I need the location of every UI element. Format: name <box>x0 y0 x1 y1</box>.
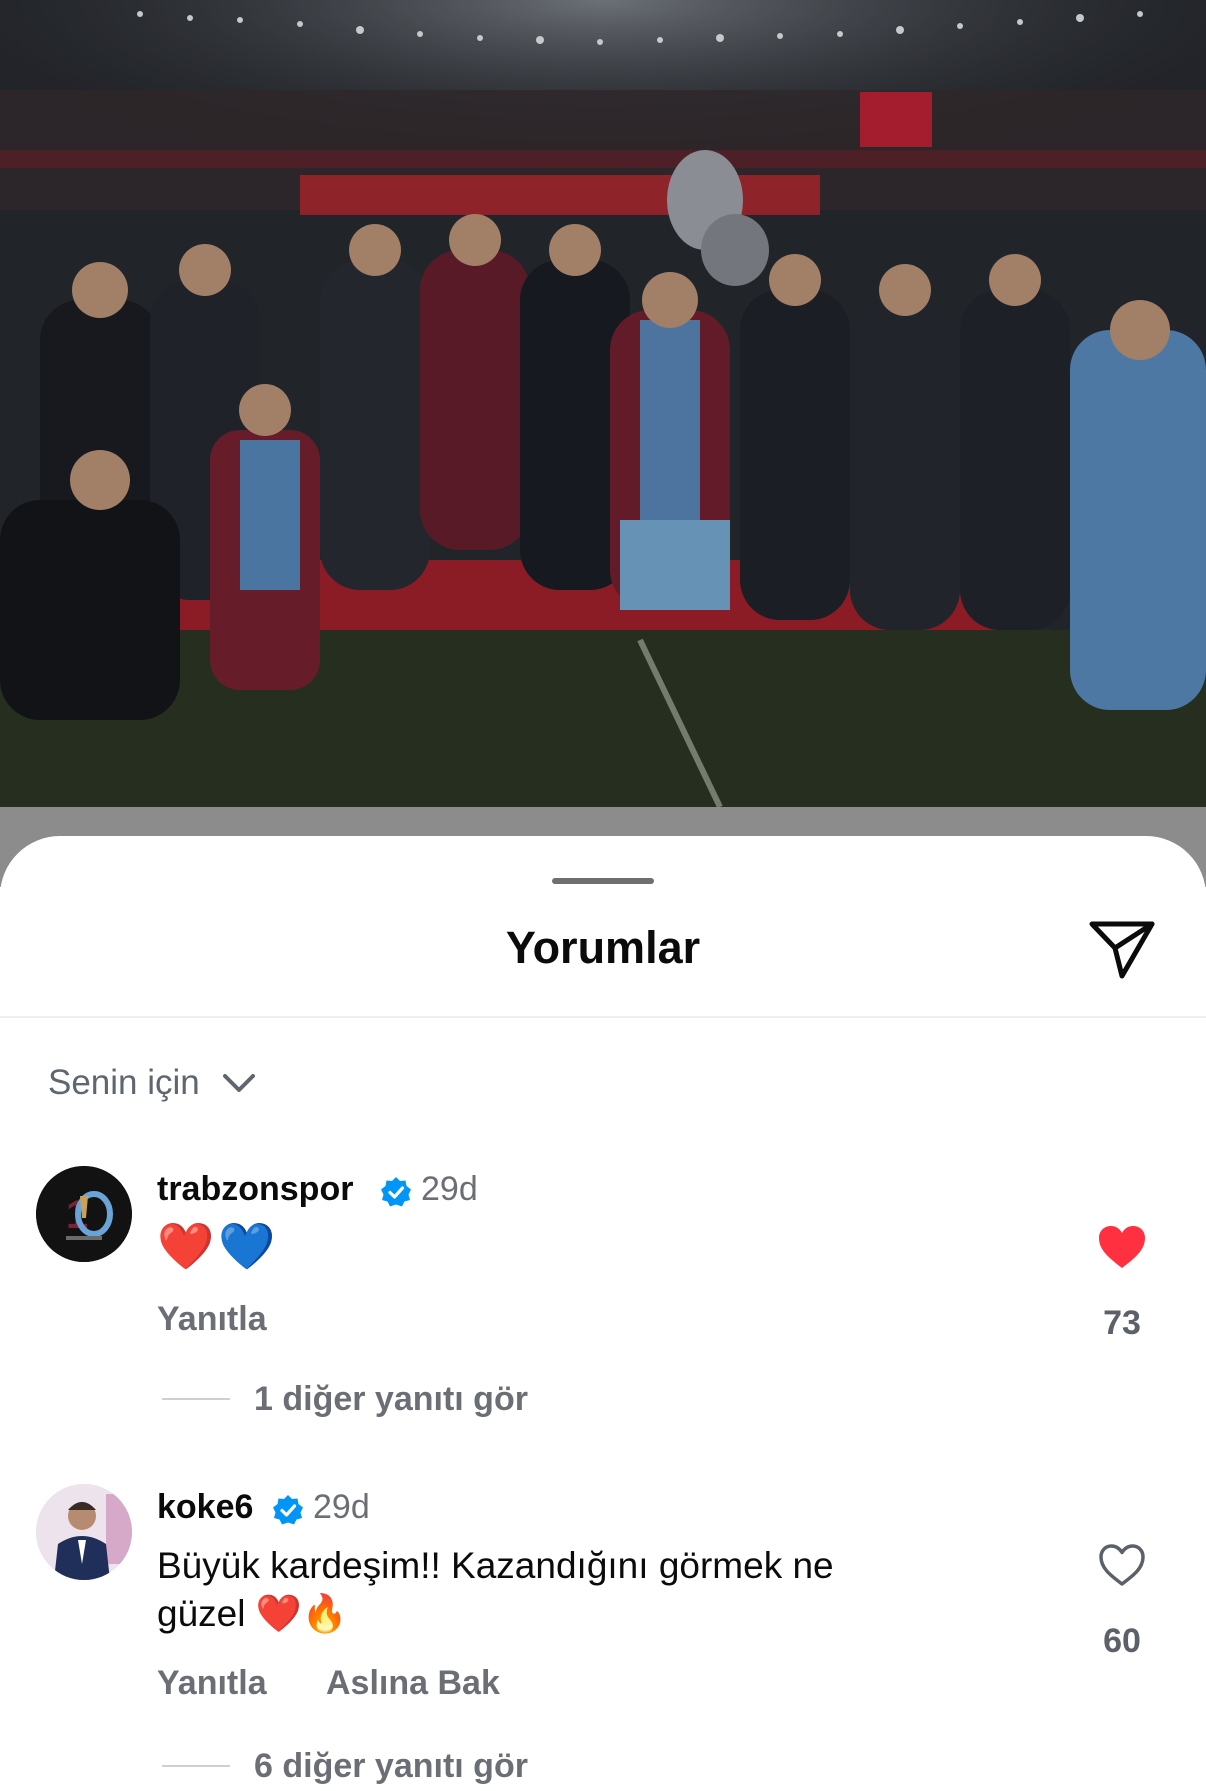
avatar-koke6[interactable] <box>36 1484 132 1580</box>
post-photo[interactable] <box>0 0 1206 807</box>
comment-username[interactable]: koke6 <box>157 1488 253 1527</box>
comment-text-line-2: güzel ❤️🔥 <box>157 1593 348 1634</box>
reply-button[interactable]: Yanıtla <box>157 1664 267 1703</box>
like-count: 73 <box>1103 1304 1141 1342</box>
comment-time: 29d <box>421 1170 478 1208</box>
comment-username[interactable]: trabzonspor <box>157 1170 353 1209</box>
see-translation-button[interactable]: Aslına Bak <box>326 1664 500 1703</box>
comment-text-line-1: Büyük kardeşim!! Kazandığını görmek ne <box>157 1545 834 1586</box>
heart-outline-icon[interactable] <box>1097 1542 1147 1588</box>
sheet-grabber[interactable] <box>552 878 654 884</box>
share-button[interactable] <box>1086 916 1158 982</box>
comment-text: ❤️💙 <box>157 1220 280 1272</box>
like-count: 60 <box>1103 1622 1141 1660</box>
comment-time: 29d <box>313 1488 370 1526</box>
chevron-down-icon <box>222 1074 255 1092</box>
trabzonspor-logo-icon: 1 <box>36 1166 132 1262</box>
header-divider <box>0 1016 1206 1018</box>
koke6-avatar-photo <box>36 1484 132 1580</box>
avatar-trabzonspor[interactable]: 1 <box>36 1166 132 1262</box>
sort-dropdown[interactable]: Senin için <box>48 1058 256 1108</box>
sort-label: Senin için <box>48 1063 200 1102</box>
view-more-replies[interactable]: 1 diğer yanıtı gör <box>254 1380 528 1419</box>
replies-line <box>162 1765 230 1767</box>
replies-line <box>162 1398 230 1400</box>
reply-button[interactable]: Yanıtla <box>157 1300 267 1339</box>
verified-badge-icon <box>273 1495 303 1525</box>
view-more-replies[interactable]: 6 diğer yanıtı gör <box>254 1747 528 1786</box>
celebration-photo-illustration <box>0 0 1206 807</box>
sheet-title: Yorumlar <box>505 922 701 973</box>
heart-filled-icon[interactable] <box>1097 1224 1147 1270</box>
paper-plane-icon <box>1089 921 1155 979</box>
verified-badge-icon <box>381 1177 411 1207</box>
